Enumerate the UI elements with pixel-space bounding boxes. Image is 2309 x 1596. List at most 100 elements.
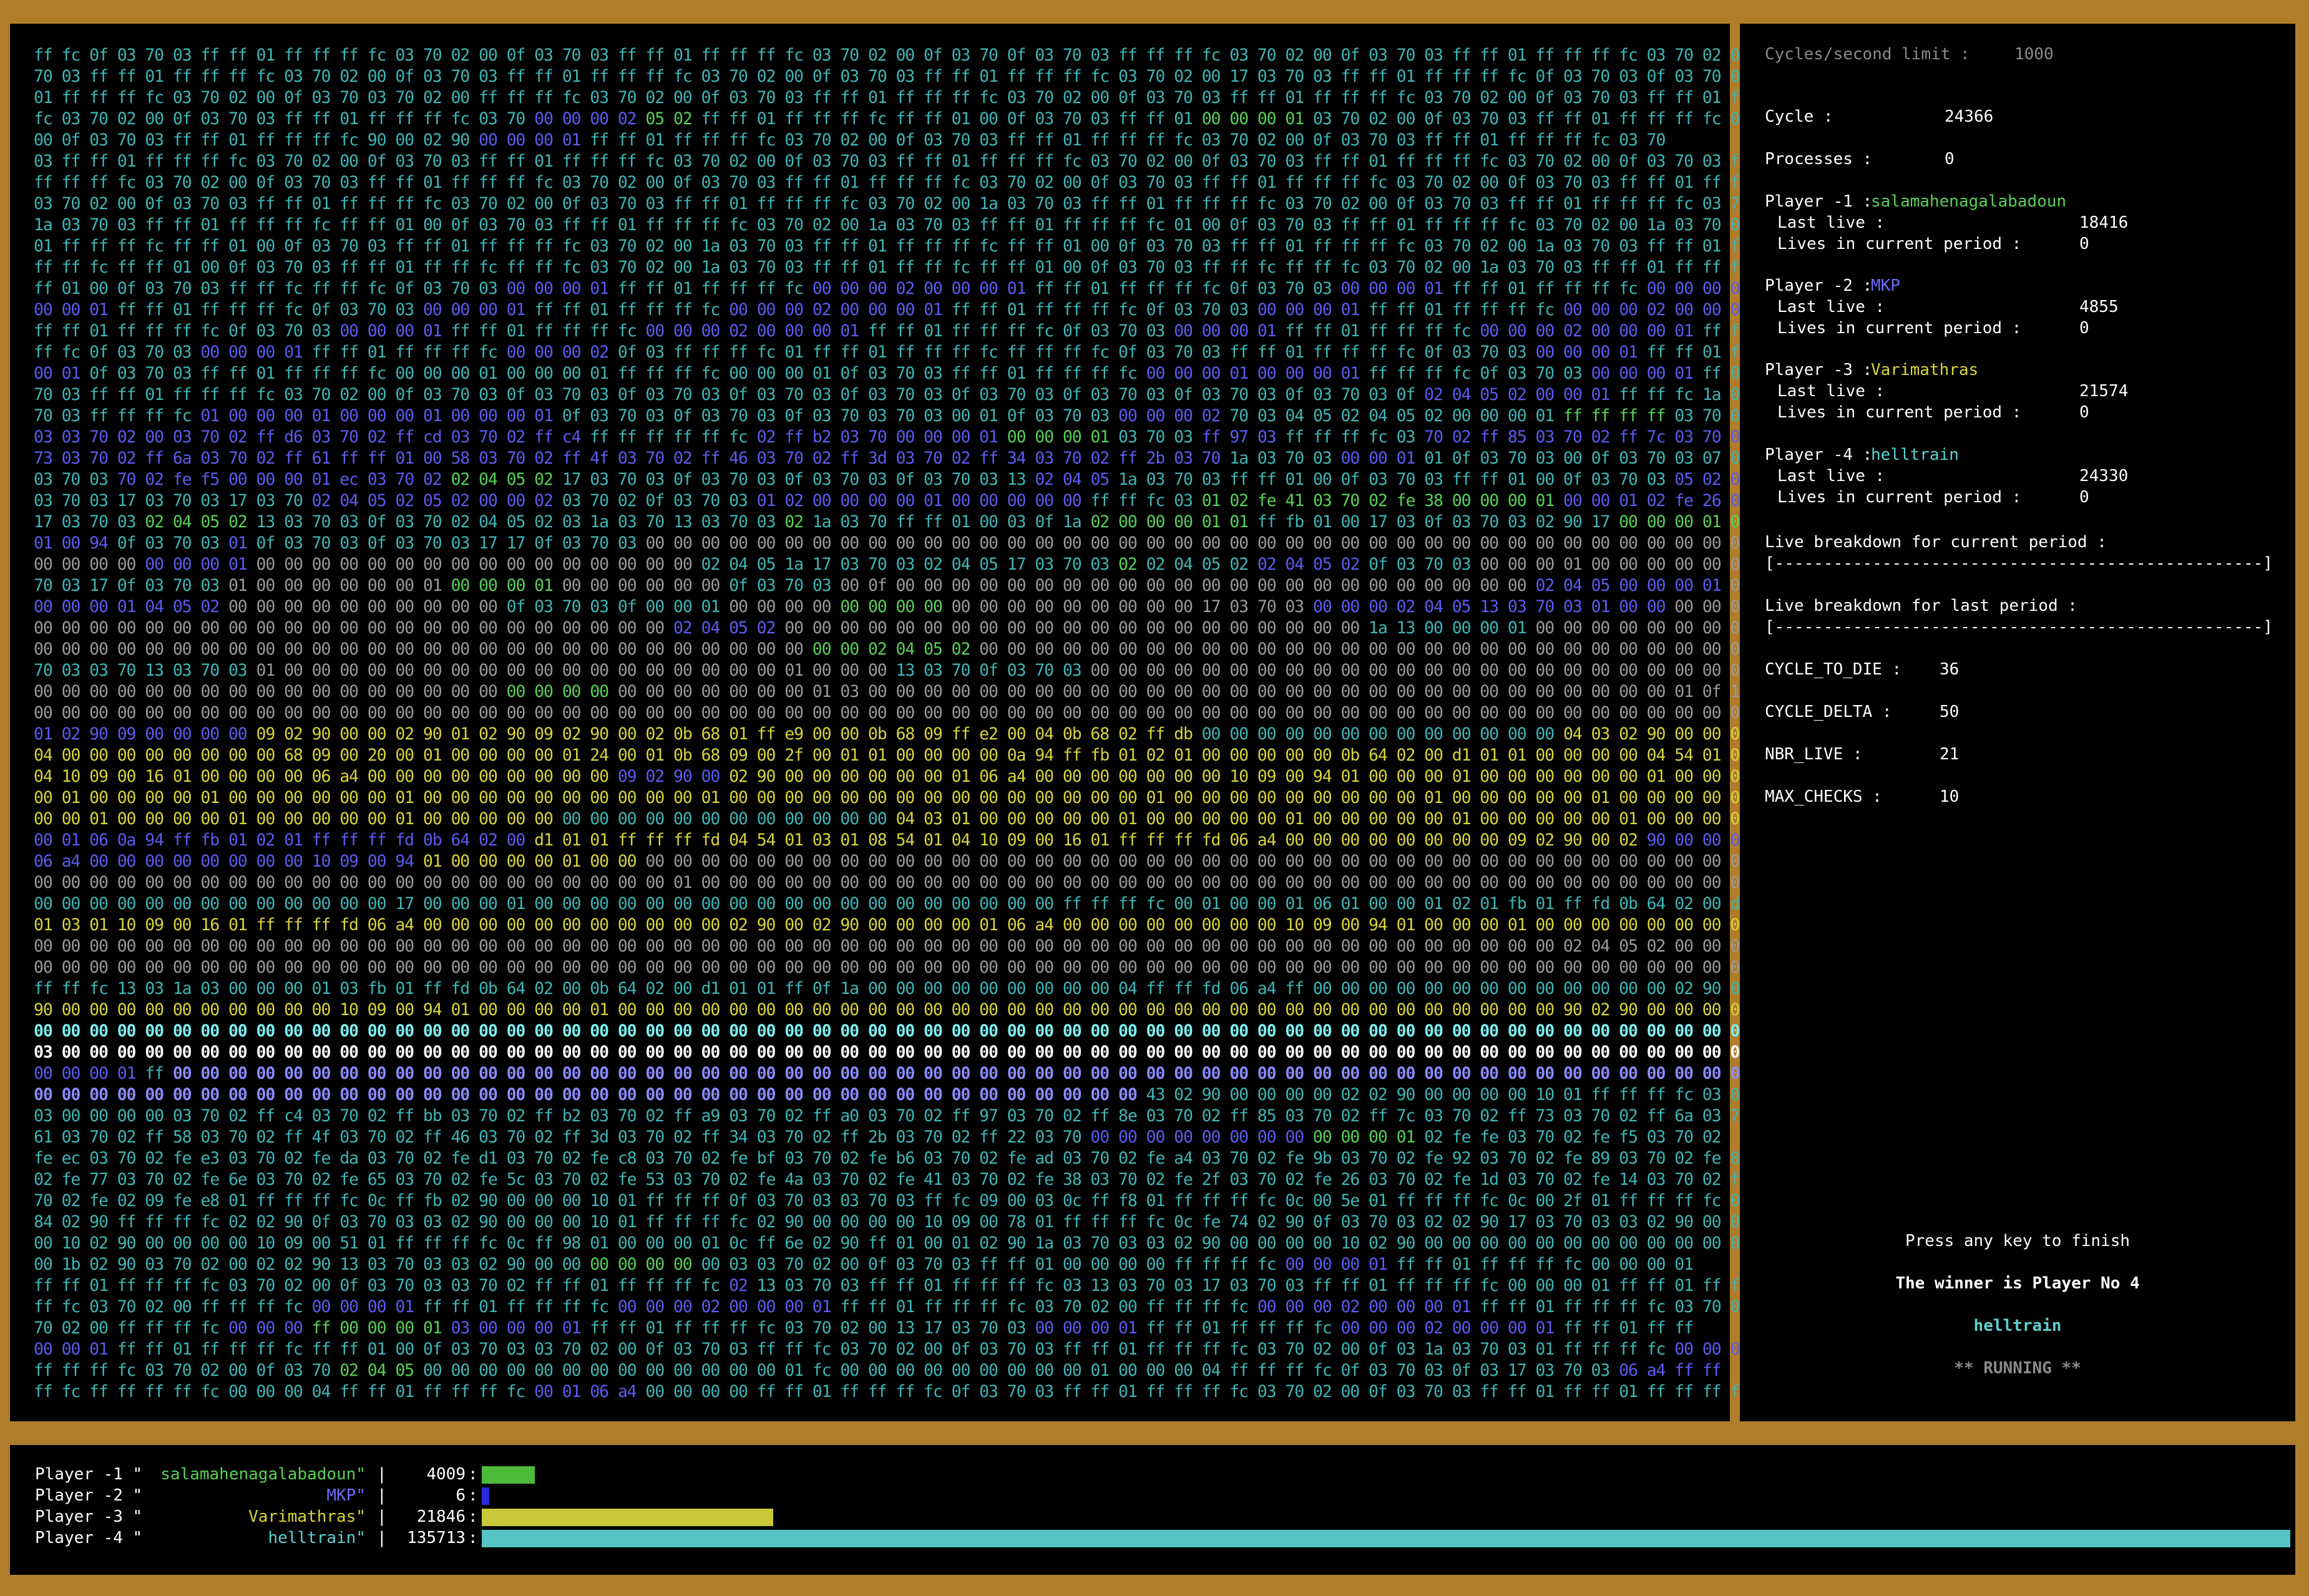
memory-bytes: 00 0f 03 70 03 ff ff 01 ff ff ff fc 90 0… [34,130,479,150]
nbr-live-label: NBR_LIVE : [1765,745,1863,764]
memory-bytes: 02 04 05 02 [1146,555,1257,574]
bar-player-name: Varimathras" [248,1507,366,1526]
memory-bytes: ff ff 01 ff ff ff fc [1369,300,1564,319]
memory-bytes: 00 00 00 01 [1312,1127,1425,1147]
memory-bytes: ff ff ff ff ff fc [590,427,757,447]
memory-bytes: 03 00 00 00 00 00 00 00 00 00 00 00 00 0… [34,1043,1805,1062]
memory-bytes: 02 fe 77 03 70 02 fe 6e 03 70 02 fe 65 0… [34,1170,1805,1189]
memory-bytes: 00 00 00 00 00 00 00 00 00 00 00 00 00 0… [172,1064,1861,1083]
memory-bytes: ff 97 03 [1201,427,1286,447]
memory-bytes: 02 04 05 02 [1424,385,1536,404]
memory-bytes: 03 ff ff 01 ff ff ff fc 03 70 02 00 0f 0… [34,152,1805,171]
lives-period-value: 0 [2079,235,2089,253]
memory-bytes: ff ff 01 ff ff ff fc [534,300,730,319]
memory-bytes: 00 00 00 00 00 00 00 00 00 00 00 00 00 0… [645,533,1888,553]
memory-bytes: ff fc 03 70 02 00 ff ff ff fc [34,1297,312,1316]
memory-bytes: ff ff 01 ff ff ff fc [451,321,646,341]
lives-period-value: 0 [2079,319,2089,338]
running-status: ** RUNNING ** [1954,1359,2081,1378]
player-label: Player -2 : [1765,276,1873,295]
memory-bytes: 00 00 00 01 [451,576,562,595]
memory-bytes: 00 00 00 01 [34,1064,145,1083]
memory-bytes: 00 03 03 70 02 00 0f 03 70 03 ff ff 01 0… [701,1255,1286,1274]
memory-bytes: 02 04 05 02 [145,512,256,532]
memory-bytes: 0f 03 70 03 [1369,555,1480,574]
memory-bytes: 01 ff ff ff fc ff ff 01 00 0f 03 70 03 f… [34,236,1805,256]
memory-bytes: 00 00 00 02 [506,343,618,362]
memory-bytes: 00 00 00 01 [145,555,256,574]
memory-bytes: ff ff 01 ff ff ff fc [422,1297,618,1316]
memory-bytes: 02 04 05 02 [673,618,785,638]
cycles-limit-label: Cycles/second limit : [1765,45,1970,64]
memory-bytes: 02 ff b2 03 70 00 00 00 01 [756,427,1007,447]
memory-bytes: 00 00 00 00 [840,597,952,616]
memory-bytes: 0f 03 ff ff ff fc 01 ff ff 01 ff ff ff f… [617,343,1536,362]
memory-bytes: 01 ff ff ff fc 03 70 02 00 0f 03 70 03 7… [34,88,1805,107]
memory-bytes: 61 03 70 02 ff 58 03 70 02 ff 4f 03 70 0… [34,1127,1091,1147]
memory-bytes: ff ff 01 ff ff ff fc 0f 03 70 03 [951,300,1257,319]
memory-bytes: 04 03 01 00 00 00 00 00 01 00 00 00 00 0… [896,809,1786,829]
bar-player-name: helltrain" [268,1529,366,1547]
live-bar [482,1530,2290,1547]
memory-bytes: 00 00 00 01 [1257,300,1369,319]
memory-bytes: ff 00 00 00 01 [311,1318,451,1338]
memory-bytes: 00 00 00 00 00 00 00 00 00 00 00 00 00 0… [422,1361,1619,1380]
memory-bytes: 00 00 00 02 00 00 00 01 [812,279,1035,298]
lives-period-value: 0 [2079,403,2089,422]
memory-bytes: 00 00 00 00 00 00 00 00 00 00 [228,597,507,616]
lives-period-label: Lives in current period : [1777,235,2022,253]
memory-bytes: 04 10 09 00 16 01 00 00 00 00 06 a4 00 0… [34,767,618,786]
memory-bytes: 00 00 00 00 00 00 00 01 03 00 00 00 00 0… [617,682,1861,701]
memory-bytes: 02 90 00 00 00 00 00 00 01 06 a4 00 00 0… [729,767,1777,786]
memory-bytes: 00 00 00 01 [339,321,451,341]
memory-bytes: 00 00 00 00 00 00 00 00 00 00 00 00 00 [1201,724,1563,744]
player-name: MKP [1871,276,1900,295]
memory-bytes: 00 00 00 00 00 00 00 00 00 00 00 00 00 0… [784,618,1369,638]
bar-colon: : [468,1465,478,1484]
memory-bytes: d1 01 01 ff ff ff fd 04 54 01 03 01 08 5… [534,830,1647,850]
memory-bytes: ff ff 01 ff ff ff fc 03 70 02 [1480,1297,1749,1316]
memory-bytes: 00 00 00 01 [1035,1318,1146,1338]
memory-bytes: ff ff 01 ff ff ff fc 03 70 02 00 13 17 0… [590,1318,1035,1338]
memory-bytes: 03 70 03 17 03 70 03 17 03 70 [34,491,312,510]
memory-bytes: 1a 03 70 03 ff ff 01 ff ff ff fc ff ff 0… [34,215,1805,235]
memory-bytes: ff ff 01 ff ff ff fc 0f 03 70 03 [1035,279,1341,298]
memory-bytes: 03 70 02 0f 03 70 03 [562,491,757,510]
last-live-value: 21574 [2079,382,2129,401]
max-checks-label: MAX_CHECKS : [1765,787,1882,806]
memory-bytes: 00 01 00 00 00 00 01 00 00 00 00 00 00 0… [34,788,1833,807]
memory-bytes: 01 02 90 09 00 00 00 00 [34,724,256,744]
memory-bytes: ff 01 00 0f 03 70 03 ff ff fc ff ff fc 0… [34,279,507,298]
memory-bytes: 70 03 ff ff ff fc [34,406,201,426]
memory-bytes: 17 03 70 03 [34,512,145,532]
memory-bytes: 00 00 00 02 04 05 13 03 70 03 01 00 00 [1312,597,1675,616]
last-live-value: 4855 [2079,298,2119,316]
memory-bytes: 00 00 01 [1535,385,1619,404]
bar-separator: | [377,1507,387,1526]
breakdown-current-label: Live breakdown for current period : [1765,533,2107,552]
memory-bytes: 00 00 00 00 [34,555,145,574]
player-label: Player -4 : [1765,445,1873,464]
memory-bytes: 02 [784,512,813,532]
memory-bytes: 00 00 00 01 [1201,109,1313,129]
memory-bytes: 00 00 00 01 00 00 00 01 [1146,364,1369,383]
memory-bytes: 01 [228,533,256,553]
bar-value: 135713 [407,1529,466,1547]
last-live-value: 24330 [2079,467,2129,485]
bar-separator: | [377,1486,387,1505]
memory-bytes: 17 03 70 03 0f 03 70 03 0f 03 70 03 0f 0… [562,470,1035,489]
memory-bytes: fc 03 70 02 00 0f 03 70 03 ff ff 01 ff f… [34,109,535,129]
memory-bytes: 00 00 00 00 00 00 00 00 00 00 00 00 00 0… [34,873,1805,892]
memory-bytes: 01 00 00 00 00 00 00 00 00 00 00 00 00 0… [256,661,896,680]
memory-bytes: ff ff 01 ff ff ff fc 0f 03 70 03 [867,321,1174,341]
live-bar [482,1487,489,1505]
memory-bytes: ff ff 01 ff ff ff fc 03 70 02 00 0f 03 7… [34,1276,730,1295]
memory-bytes: 03 70 02 00 0f 03 70 03 ff ff 01 ff ff f… [34,194,1805,213]
press-key-message: Press any key to finish [1905,1232,2131,1250]
memory-bytes: 01 02 fe 41 03 70 02 fe 38 00 00 00 01 [1201,491,1564,510]
memory-bytes: 00 00 00 00 [590,1255,701,1274]
memory-bytes: ff ff ff fc 03 70 02 00 0f 03 70 03 ff f… [34,173,1805,192]
memory-bytes: ff ff 01 ff ff ff fc [617,279,813,298]
memory-bytes: 02 00 00 00 01 01 [1090,512,1257,532]
live-bar [482,1466,535,1484]
